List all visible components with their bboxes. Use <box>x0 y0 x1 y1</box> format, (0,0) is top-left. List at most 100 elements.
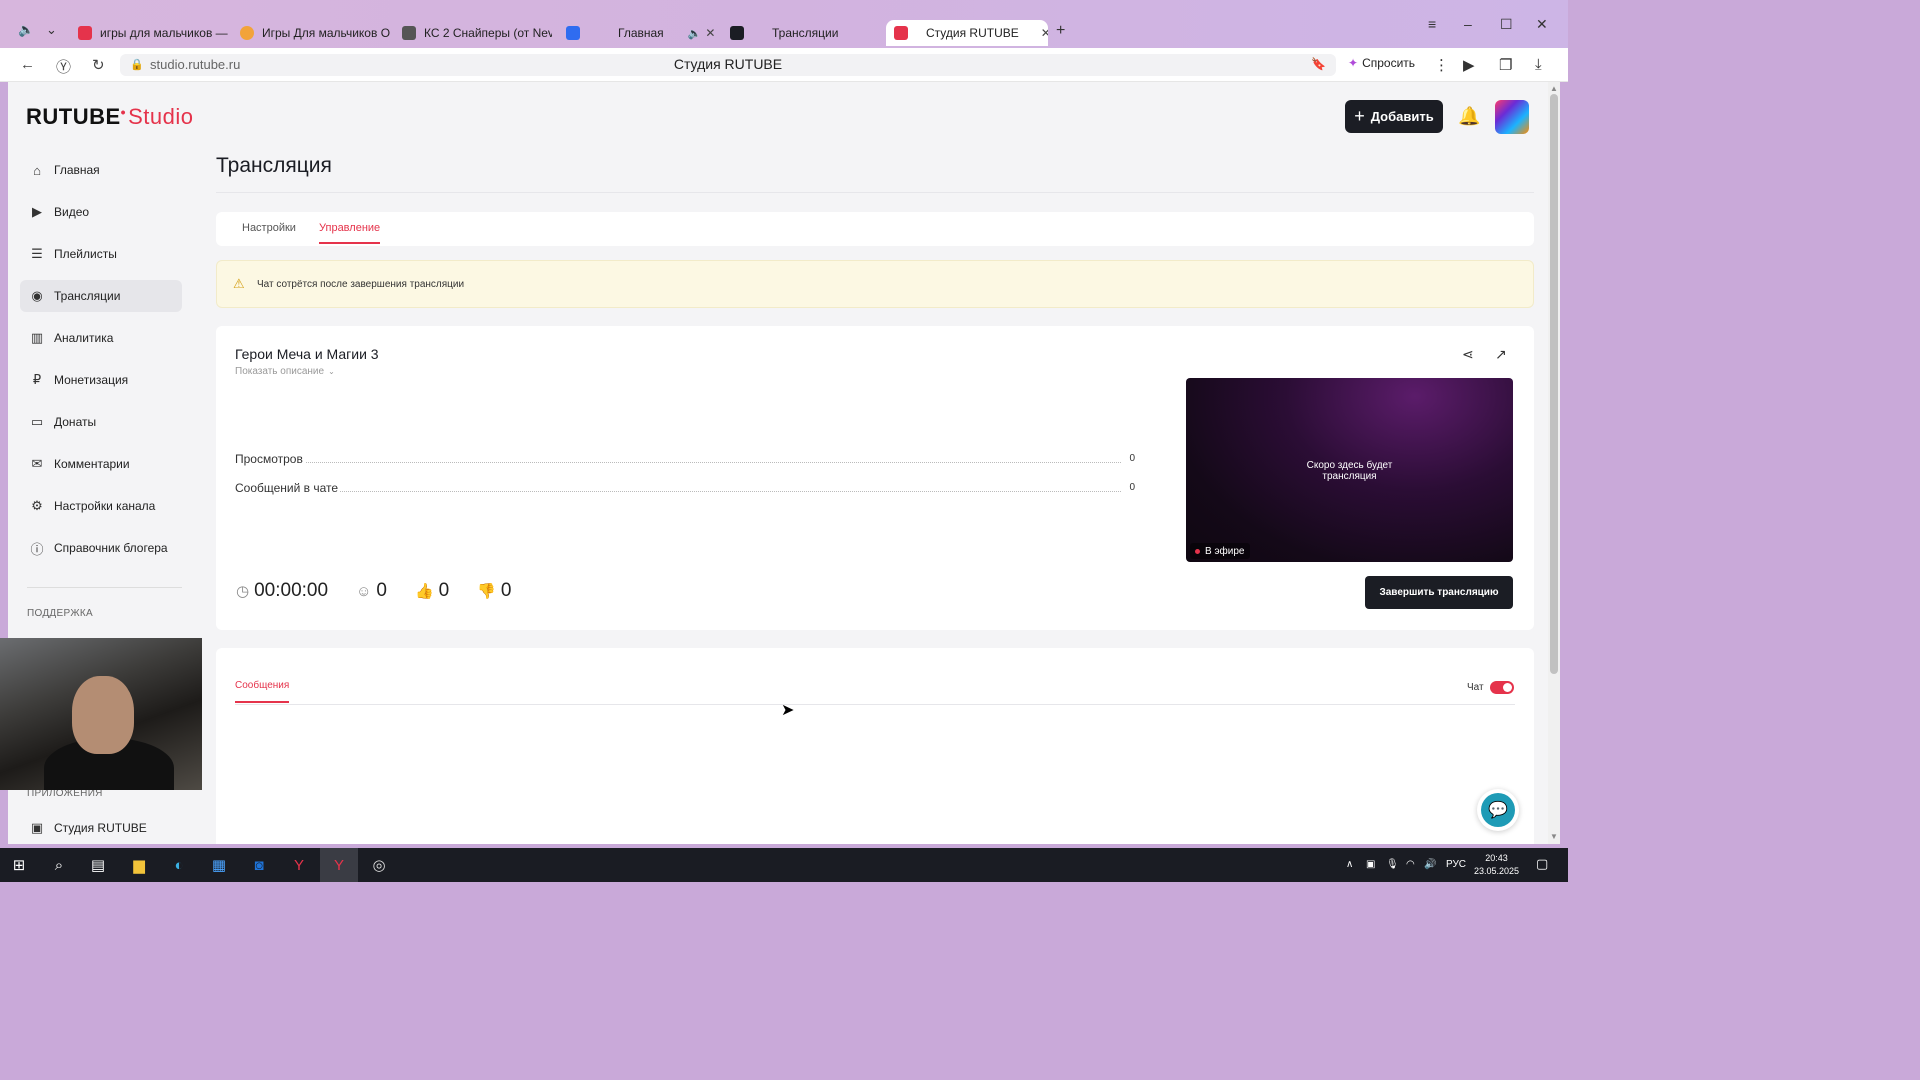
sidebar-item-home[interactable]: ⌂ Главная <box>20 154 182 186</box>
stream-preview[interactable]: Скоро здесь будет трансляция В эфире <box>1186 378 1513 562</box>
scroll-up-icon[interactable]: ▲ <box>1550 84 1558 93</box>
analytics-icon: ▥ <box>30 330 44 345</box>
gear-icon: ⚙ <box>31 498 43 513</box>
webcam-person-face <box>72 676 134 754</box>
support-chat-button[interactable]: 💬 <box>1477 789 1519 831</box>
yandex-favicon-icon <box>78 26 92 40</box>
browser-tab-5[interactable]: Трансляции <box>730 20 880 46</box>
mouse-cursor-icon: ➤ <box>781 702 795 719</box>
store-icon[interactable]: ▦ <box>210 856 228 874</box>
language-indicator[interactable]: РУС <box>1446 859 1466 870</box>
collections-icon[interactable]: ❐ <box>1499 56 1512 74</box>
scrollbar-thumb[interactable] <box>1550 94 1558 674</box>
play-favicon-icon <box>566 26 580 40</box>
tab-close-icon[interactable]: ✕ <box>1041 26 1048 40</box>
notification-bell-icon[interactable]: 🔔 <box>1458 106 1480 127</box>
back-icon[interactable]: ← <box>20 56 35 73</box>
yandex-browser-icon[interactable]: Y <box>290 856 308 874</box>
outlook-icon[interactable]: ◙ <box>250 856 268 874</box>
chat-notice: ⚠ Чат сотрётся после завершения трансляц… <box>216 260 1534 308</box>
media-icon[interactable]: ▶ <box>1463 56 1475 74</box>
external-link-icon[interactable]: ↗ <box>1495 346 1507 363</box>
sidebar-item-playlists[interactable]: ☰ Плейлисты <box>20 238 182 270</box>
viewer-icon: ☺ <box>356 582 372 600</box>
sidebar-item-comments[interactable]: ✉ Комментарии <box>20 448 182 480</box>
task-view-icon[interactable]: ▤ <box>89 856 107 874</box>
tab-close-icon[interactable]: ✕ <box>705 26 715 40</box>
url-field[interactable]: 🔒 studio.rutube.ru Студия RUTUBE 🔖 <box>120 54 1336 76</box>
bookmark-icon[interactable]: 🔖 <box>1311 57 1326 71</box>
tray-expand-icon[interactable]: ∧ <box>1346 859 1353 870</box>
more-options-icon[interactable]: ⋮ <box>1434 56 1449 74</box>
new-tab-icon[interactable]: + <box>1056 22 1065 40</box>
ai-icon: ✦ <box>1348 56 1359 70</box>
yandex-browser-active-icon[interactable]: Y <box>330 856 348 874</box>
timer-value: 00:00:00 <box>254 580 329 601</box>
sidebar-item-label: Донаты <box>54 415 97 429</box>
sidebar-item-donations[interactable]: ▭ Донаты <box>20 406 182 438</box>
windows-start-icon[interactable]: ⊞ <box>10 856 28 874</box>
page-scrollbar[interactable]: ▲ ▼ <box>1548 82 1560 844</box>
volume-icon[interactable]: 🔊 <box>1424 859 1436 870</box>
browser-tab-title: Игры Для мальчиков Он <box>262 26 390 40</box>
edge-icon[interactable]: ◐ <box>170 856 188 874</box>
download-icon[interactable]: ⤓ <box>1535 56 1542 73</box>
yandex-icon[interactable]: Ⓨ <box>56 56 71 77</box>
file-explorer-icon[interactable]: ▆ <box>130 856 148 874</box>
clock-time: 20:43 <box>1485 853 1508 863</box>
browser-tab-active[interactable]: Студия RUTUBE ✕ <box>886 20 1048 46</box>
obs-icon[interactable]: ◎ <box>370 856 388 874</box>
stream-title: Герои Меча и Магии 3 <box>235 346 379 362</box>
end-broadcast-button[interactable]: Завершить трансляцию <box>1365 576 1513 609</box>
dislikes-counter: 👎 0 <box>477 580 511 602</box>
tab-settings[interactable]: Настройки <box>242 222 296 242</box>
show-description-link[interactable]: Показать описание ⌄ <box>235 366 335 377</box>
share-icon[interactable]: ⋖ <box>1462 346 1474 363</box>
likes-value: 0 <box>438 580 450 601</box>
sidebar-item-blogger-guide[interactable]: ⓘ Справочник блогера <box>20 532 182 564</box>
support-chat-icon: 💬 <box>1481 793 1515 827</box>
tab-mute-icon[interactable]: 🔈 <box>688 27 702 40</box>
tab-messages[interactable]: Сообщения <box>235 680 290 703</box>
ask-button[interactable]: ✦ Спросить <box>1348 56 1415 70</box>
scroll-down-icon[interactable]: ▼ <box>1550 832 1558 841</box>
tab-list-chevron-icon[interactable]: ⌄ <box>46 22 57 38</box>
clock-date: 23.05.2025 <box>1474 866 1520 876</box>
rutube-studio-logo[interactable]: RUTUBE•Studio <box>26 104 193 130</box>
avatar[interactable] <box>1495 100 1529 134</box>
sidebar-item-channel-settings[interactable]: ⚙ Настройки канала <box>20 490 182 522</box>
browser-tab-3[interactable]: КС 2 Снайперы (от Never <box>402 20 552 46</box>
microphone-icon[interactable]: 🎙 <box>1386 859 1399 870</box>
tray-device-icon[interactable]: ▣ <box>1366 859 1375 870</box>
reload-icon[interactable]: ↻ <box>92 56 105 74</box>
chevron-down-icon: ⌄ <box>328 367 335 376</box>
browser-tab-2[interactable]: Игры Для мальчиков Он <box>240 20 390 46</box>
sidebar-item-studio-app[interactable]: ▣ Студия RUTUBE <box>20 812 182 844</box>
maximize-icon[interactable]: ☐ <box>1500 16 1513 33</box>
comment-icon: ✉ <box>31 456 43 471</box>
sidebar-item-analytics[interactable]: ▥ Аналитика <box>20 322 182 354</box>
chat-toggle[interactable] <box>1490 681 1514 694</box>
sidebar-item-broadcasts[interactable]: ◉ Трансляции <box>20 280 182 312</box>
clock[interactable]: 20:43 23.05.2025 <box>1474 852 1519 878</box>
add-button[interactable]: + Добавить <box>1345 100 1443 133</box>
browser-tab-4[interactable]: Главная 🔈 ✕ <box>566 20 716 46</box>
game-favicon-icon <box>402 26 416 40</box>
live-dot-icon <box>1195 548 1200 554</box>
rutube-studio-favicon-icon <box>894 26 908 40</box>
tab-management[interactable]: Управление <box>319 222 381 244</box>
sidebar-support-title: ПОДДЕРЖКА <box>27 608 93 619</box>
browser-menu-icon[interactable]: ≡ <box>1428 16 1436 32</box>
viewers-value: 0 <box>376 580 387 601</box>
sidebar-item-video[interactable]: ▶ Видео <box>20 196 182 228</box>
search-icon[interactable]: ⌕ <box>50 856 68 874</box>
wifi-icon[interactable]: ◠ <box>1406 859 1415 870</box>
browser-tab-1[interactable]: игры для мальчиков — Я <box>78 20 228 46</box>
logo-main: RUTUBE <box>26 104 121 129</box>
sidebar-item-monetization[interactable]: ₽ Монетизация <box>20 364 182 396</box>
window-close-icon[interactable]: ✕ <box>1536 16 1548 33</box>
minimize-icon[interactable]: – <box>1464 16 1472 32</box>
notifications-icon[interactable]: ▢ <box>1536 856 1548 872</box>
tab-audio-icon[interactable]: 🔈 <box>18 22 34 38</box>
thumbs-down-icon: 👎 <box>477 583 496 600</box>
